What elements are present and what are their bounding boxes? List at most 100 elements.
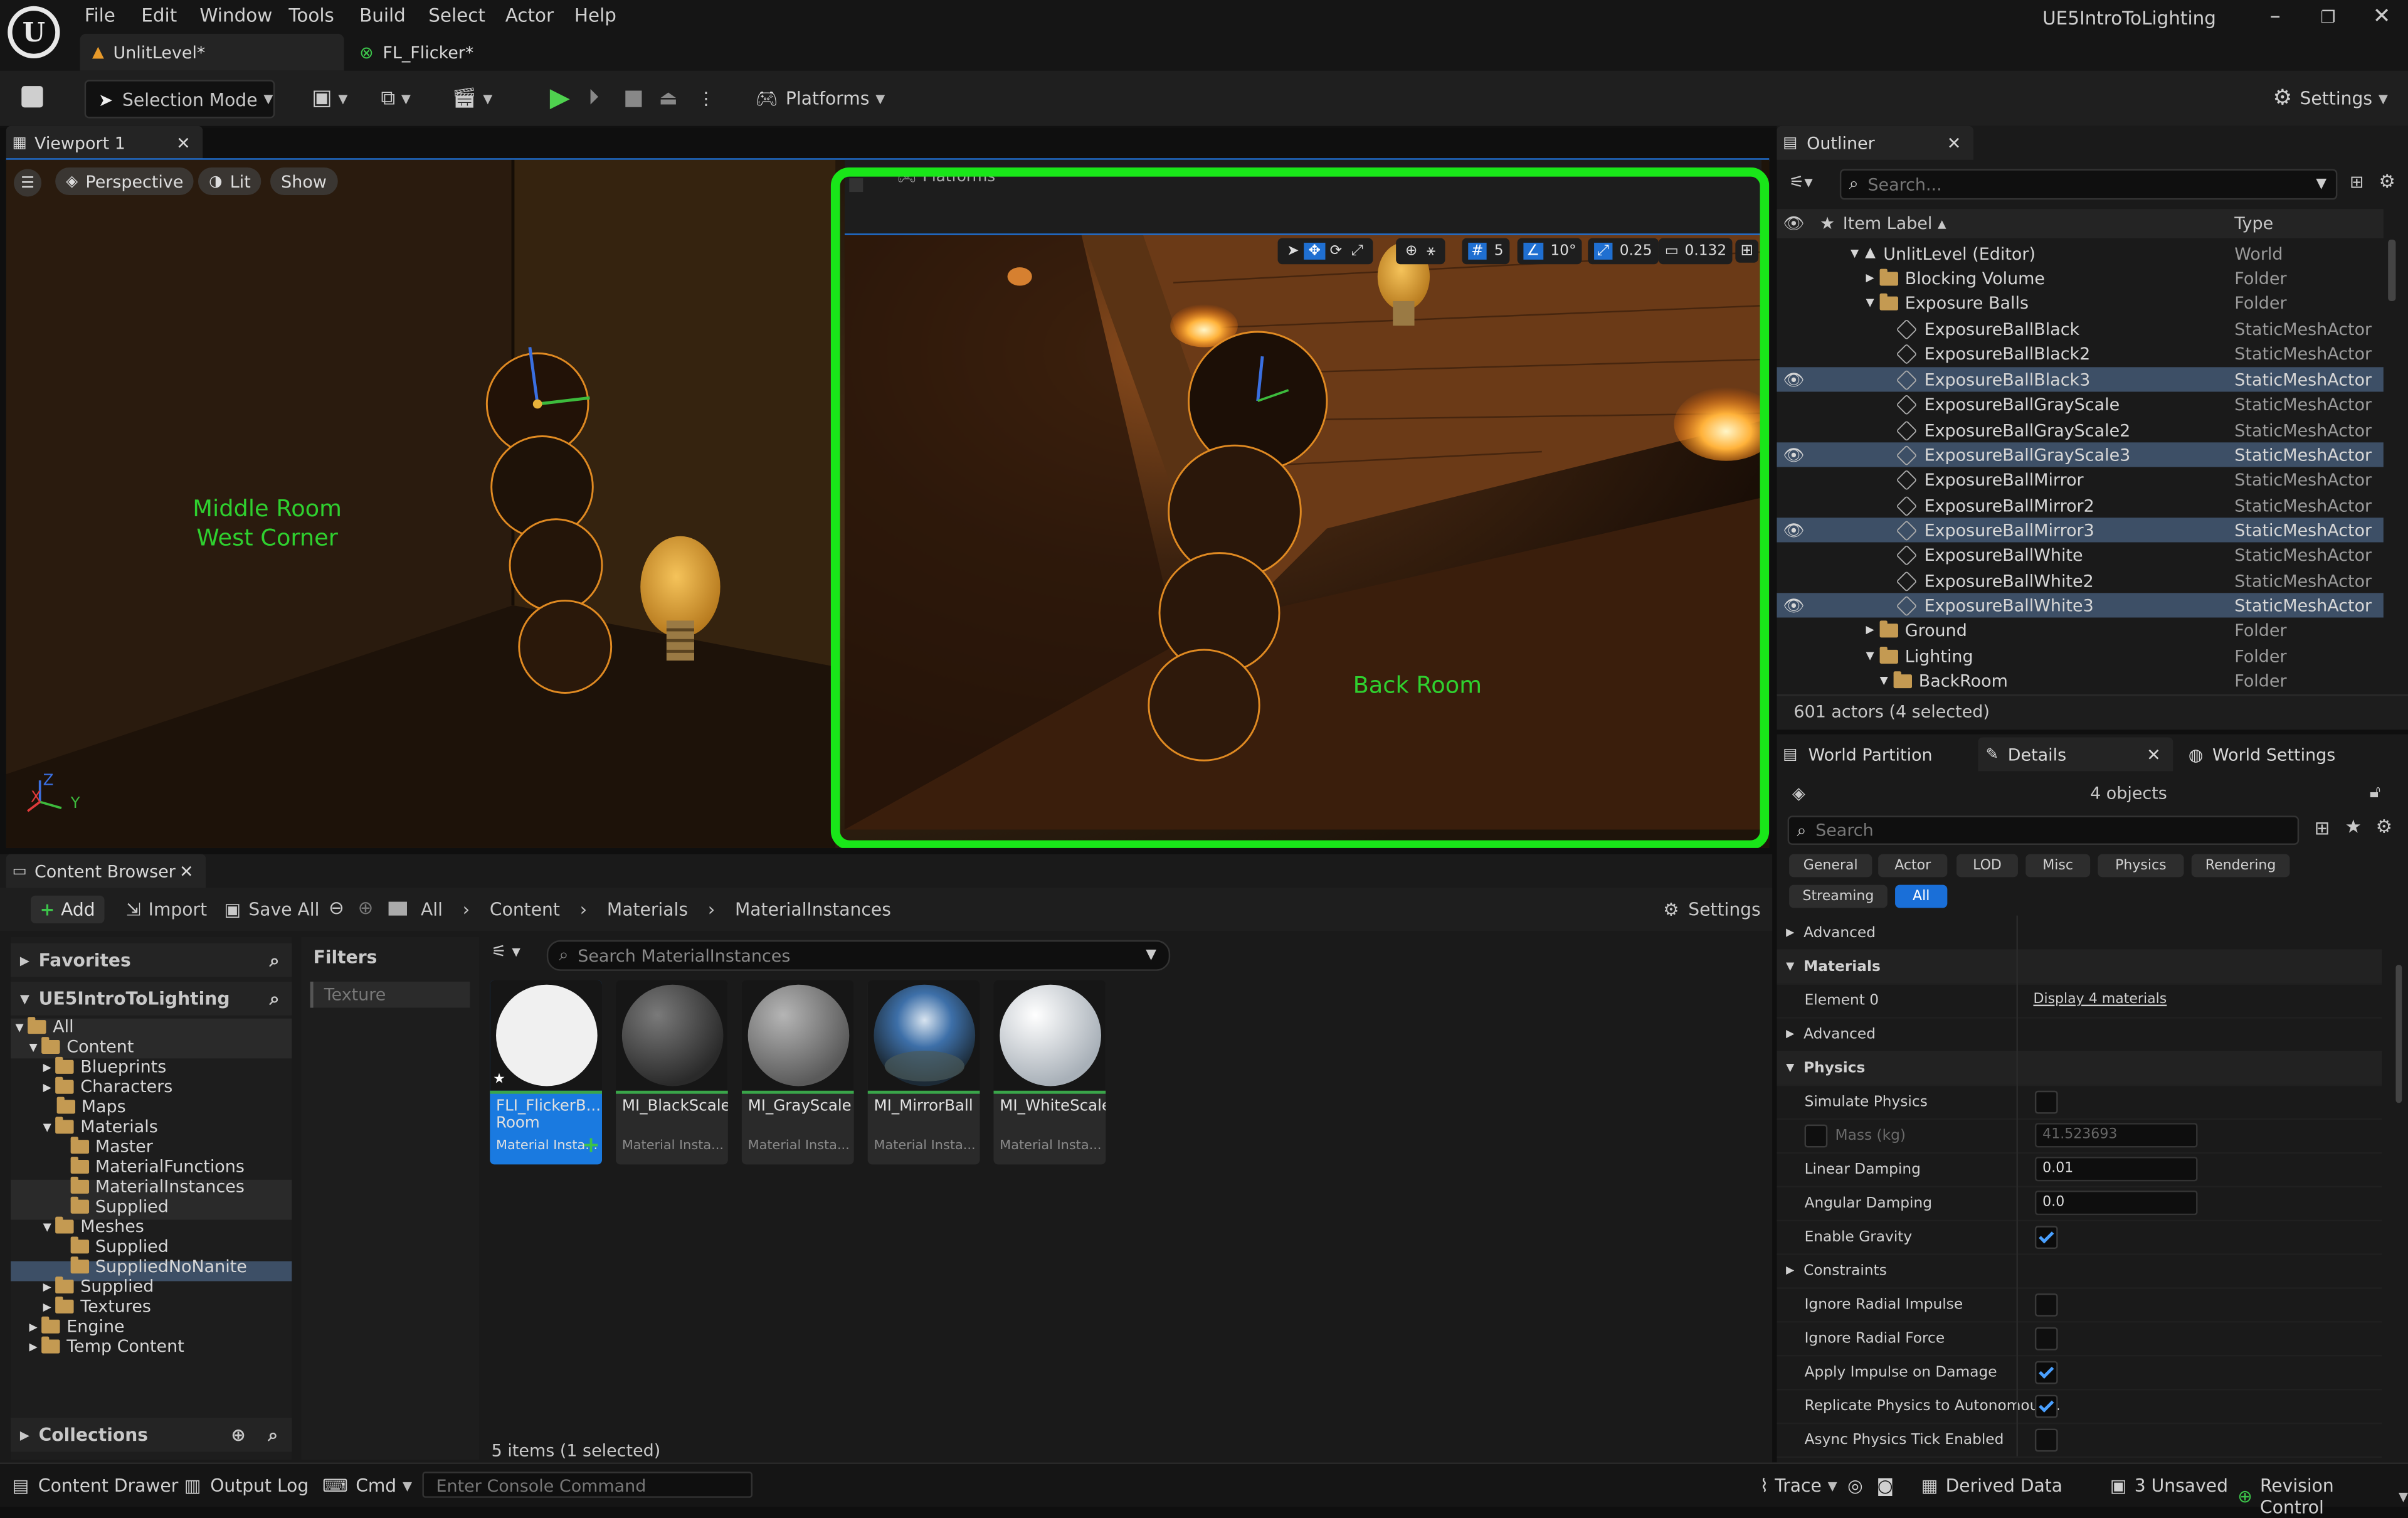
outliner-row[interactable]: ExposureBallMirror2 StaticMeshActor bbox=[1777, 493, 2383, 518]
mass-input[interactable]: 41.523693 bbox=[2034, 1123, 2198, 1148]
apply-impulse-checkbox[interactable] bbox=[2034, 1360, 2058, 1384]
category-constraints[interactable]: ▶ Constraints bbox=[1777, 1253, 2382, 1289]
tab-details[interactable]: ✎ Details ✕ bbox=[1978, 737, 2173, 772]
project-header[interactable]: ▼ UE5IntroToLighting ⌕ bbox=[11, 981, 292, 1016]
tab-world-partition[interactable]: ▤ World Partition bbox=[1777, 738, 1976, 772]
restore-icon[interactable]: ❐ bbox=[2320, 8, 2335, 28]
eject-button[interactable]: ⏏ bbox=[659, 82, 678, 115]
breadcrumb-item[interactable]: MaterialInstances bbox=[735, 899, 891, 920]
filter-chip-physics[interactable]: Physics bbox=[2098, 854, 2184, 878]
category-advanced[interactable]: ▶ Advanced bbox=[1777, 1017, 2382, 1053]
outliner-row[interactable]: ExposureBallBlack StaticMeshActor bbox=[1777, 316, 2383, 341]
level-viewport[interactable]: ☰ ◈ Perspective ◑ Lit Show Middle Room W… bbox=[6, 159, 1770, 848]
show-button[interactable]: Show bbox=[270, 167, 338, 196]
close-tab-icon[interactable]: ✕ bbox=[1947, 133, 1962, 153]
simulate-physics-checkbox[interactable] bbox=[2034, 1090, 2058, 1113]
menu-help[interactable]: Help bbox=[574, 4, 616, 26]
favorites-header[interactable]: ▶ Favorites ⌕ bbox=[11, 943, 292, 977]
play-button[interactable]: ▶ bbox=[550, 82, 570, 115]
linear-damping-input[interactable]: 0.01 bbox=[2034, 1157, 2198, 1182]
lit-button[interactable]: ◑ Lit bbox=[198, 167, 261, 196]
filter-chip-streaming[interactable]: Streaming bbox=[1789, 884, 1888, 908]
search-icon[interactable]: ⌕ bbox=[270, 987, 280, 1010]
add-button[interactable]: + Add bbox=[30, 895, 105, 923]
viewport-menu-icon[interactable]: ☰ bbox=[14, 169, 42, 197]
mass-override-checkbox[interactable] bbox=[1804, 1123, 1828, 1147]
stop-button[interactable]: ■ bbox=[623, 82, 643, 115]
filter-chip-all[interactable]: All bbox=[1895, 884, 1948, 908]
outliner-row[interactable]: ▼ ▲ UnlitLevel (Editor) World bbox=[1777, 241, 2383, 265]
lock-icon[interactable]: 🔓︎ bbox=[2370, 782, 2380, 804]
screenshot-icon[interactable]: ◙ bbox=[1877, 1475, 1894, 1496]
asset-fli-flicker[interactable]: FLI_FlickerB... Room Material Insta... ★… bbox=[490, 980, 603, 1165]
output-log-button[interactable]: ▥ Output Log bbox=[184, 1475, 309, 1496]
tree-item-materialfunctions[interactable]: MaterialFunctions bbox=[70, 1157, 245, 1177]
platforms-button[interactable]: 🎮︎ Platforms ▼ bbox=[756, 82, 885, 115]
add-collection-icon[interactable]: ⊕ bbox=[231, 1424, 246, 1445]
close-tab-icon[interactable]: ✕ bbox=[176, 133, 191, 153]
category-physics[interactable]: ▼ Physics bbox=[1777, 1051, 2382, 1086]
save-icon[interactable] bbox=[21, 86, 43, 108]
outliner-scrollbar[interactable] bbox=[2388, 240, 2396, 302]
tree-item-content[interactable]: ▼ Content bbox=[29, 1037, 134, 1057]
type-column[interactable]: Type bbox=[2234, 213, 2273, 233]
filter-chip-actor[interactable]: Actor bbox=[1878, 854, 1948, 878]
outliner-row[interactable]: ExposureBallGrayScale StaticMeshActor bbox=[1777, 391, 2383, 416]
close-tab-icon[interactable]: ✕ bbox=[2147, 745, 2161, 765]
collections-header[interactable]: ▶ Collections ⊕ ⌕ bbox=[11, 1418, 292, 1452]
cb-settings-button[interactable]: ⚙ Settings bbox=[1663, 899, 1760, 920]
content-drawer-button[interactable]: ▤ Content Drawer bbox=[13, 1475, 179, 1496]
outliner-row[interactable]: ExposureBallBlack2 StaticMeshActor bbox=[1777, 341, 2383, 366]
outliner-row[interactable]: ▼ Lighting Folder bbox=[1777, 644, 2383, 668]
perspective-button[interactable]: ◈ Perspective bbox=[55, 167, 194, 196]
tree-item-master[interactable]: Master bbox=[70, 1137, 153, 1157]
asset-mi-grayscale[interactable]: MI_GrayScale Material Insta... bbox=[741, 980, 854, 1165]
category-materials[interactable]: ▼ Materials bbox=[1777, 949, 2382, 985]
outliner-row[interactable]: ExposureBallMirror StaticMeshActor bbox=[1777, 467, 2383, 491]
tree-item-blueprints[interactable]: ▶ Blueprints bbox=[43, 1057, 167, 1077]
category-advanced[interactable]: ▶ Advanced bbox=[1777, 916, 2382, 951]
import-button[interactable]: ⇲ Import bbox=[126, 899, 207, 920]
outliner-row[interactable]: ▶ Ground Folder bbox=[1777, 617, 2383, 642]
search-icon[interactable]: ⌕ bbox=[268, 1423, 278, 1446]
tree-item-materials[interactable]: ▼ Materials bbox=[43, 1117, 158, 1137]
add-actor-button[interactable]: ▣ ▼ bbox=[312, 82, 347, 115]
outliner-row[interactable]: ExposureBallWhite StaticMeshActor bbox=[1777, 542, 2383, 566]
breadcrumb-item[interactable]: Content bbox=[490, 899, 560, 920]
unreal-logo-icon[interactable]: U bbox=[8, 6, 60, 59]
close-window-icon[interactable]: ✕ bbox=[2373, 4, 2391, 29]
filter-chip-lod[interactable]: LOD bbox=[1956, 854, 2018, 878]
tab-viewport[interactable]: ▦ Viewport 1 ✕ bbox=[6, 125, 203, 160]
tab-outliner[interactable]: ▤ Outliner ✕ bbox=[1777, 125, 1973, 160]
outliner-row[interactable]: 👁︎ ExposureBallMirror3 StaticMeshActor bbox=[1777, 518, 2384, 543]
save-all-button[interactable]: ▣ Save All bbox=[224, 899, 320, 920]
outliner-row[interactable]: 👁︎ ExposureBallWhite3 StaticMeshActor bbox=[1777, 593, 2384, 618]
star-icon[interactable]: ★ bbox=[2345, 815, 2362, 837]
tree-item-textures[interactable]: ▶ Textures bbox=[43, 1297, 151, 1317]
eye-icon[interactable]: 👁︎ bbox=[1783, 595, 1804, 615]
filter-dropdown-button[interactable]: ⚟ ▾ bbox=[492, 942, 544, 966]
replicate-physics-checkbox[interactable] bbox=[2034, 1394, 2058, 1418]
tree-item-supplied[interactable]: ▶ Supplied bbox=[43, 1276, 154, 1297]
menu-window[interactable]: Window bbox=[199, 4, 272, 26]
tab-world-settings[interactable]: ◍ World Settings bbox=[2189, 738, 2388, 772]
details-scrollbar[interactable] bbox=[2395, 964, 2402, 1103]
settings-button[interactable]: ⚙ Settings ▼ bbox=[2273, 82, 2388, 115]
revision-control-button[interactable]: ⊕ Revision Control ▼ bbox=[2237, 1475, 2408, 1518]
step-button[interactable]: ⏵ bbox=[588, 82, 599, 115]
details-search-input[interactable]: ⌕ Search bbox=[1787, 815, 2300, 845]
cmd-dropdown[interactable]: ⌨ Cmd ▼ bbox=[322, 1475, 412, 1496]
texture-filter-chip[interactable]: Texture bbox=[310, 981, 470, 1008]
breadcrumb-item[interactable]: Materials bbox=[607, 899, 688, 920]
outliner-row[interactable]: 👁︎ ExposureBallGrayScale3 StaticMeshActor bbox=[1777, 442, 2384, 467]
add-folder-icon[interactable]: ⊞ bbox=[2350, 172, 2364, 192]
blueprint-button[interactable]: ⧉ ▼ bbox=[381, 82, 411, 115]
outliner-row[interactable]: ExposureBallWhite2 StaticMeshActor bbox=[1777, 568, 2383, 593]
forward-icon[interactable]: ⊕ bbox=[358, 897, 374, 918]
star-icon[interactable]: ★ bbox=[1820, 213, 1835, 233]
close-tab-icon[interactable]: ✕ bbox=[179, 861, 194, 881]
gear-icon[interactable]: ⚙ bbox=[2376, 815, 2392, 837]
more-options-icon[interactable]: ⋮ bbox=[697, 82, 715, 115]
outliner-row[interactable]: ▶ Blocking Volume Folder bbox=[1777, 266, 2383, 290]
tab-content-browser[interactable]: ▭ Content Browser ✕ bbox=[6, 854, 206, 888]
